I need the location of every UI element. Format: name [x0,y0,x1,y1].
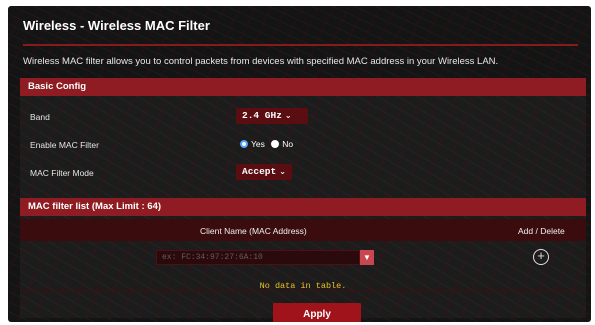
mac-filter-mode-select[interactable]: Accept ⌄ [236,164,292,180]
chevron-down-icon: ⌄ [279,167,286,176]
mac-filter-mode-label: MAC Filter Mode [30,168,94,178]
enable-mac-filter-radio-group: Yes No [240,139,293,149]
plus-circle-icon: + [537,248,545,263]
page-description: Wireless MAC filter allows you to contro… [23,56,499,67]
title-divider [23,44,578,46]
column-add-delete: Add / Delete [518,226,565,236]
triangle-down-icon: ▼ [363,253,371,262]
band-value: 2.4 GHz [242,110,282,121]
radio-unselected-icon [271,140,280,148]
basic-config-header: Basic Config [20,78,586,96]
add-button[interactable]: + [533,249,549,265]
mac-address-dropdown-button[interactable]: ▼ [360,250,374,265]
settings-panel: Basic Config Band 2.4 GHz ⌄ Enable MAC Fi… [20,78,586,322]
radio-yes-label: Yes [251,139,265,149]
band-label: Band [30,112,50,122]
page-title: Wireless - Wireless MAC Filter [23,18,210,33]
mac-address-input[interactable]: ex: FC:34:97:27:6A:10 [156,250,360,265]
radio-selected-icon [240,140,248,148]
band-select[interactable]: 2.4 GHz ⌄ [236,108,308,124]
radio-yes[interactable]: Yes [240,139,265,149]
mac-filter-list-header: MAC filter list (Max Limit : 64) [20,198,586,216]
chevron-down-icon: ⌄ [284,111,292,120]
enable-mac-filter-label: Enable MAC Filter [30,140,99,150]
radio-no[interactable]: No [271,139,293,149]
column-client-name: Client Name (MAC Address) [200,226,307,236]
mac-filter-page: Wireless - Wireless MAC Filter Wireless … [8,6,591,322]
empty-table-message: No data in table. [259,281,347,291]
mac-filter-mode-value: Accept [242,166,277,177]
radio-no-label: No [282,139,294,149]
apply-button[interactable]: Apply [273,303,361,322]
table-divider [20,291,586,292]
